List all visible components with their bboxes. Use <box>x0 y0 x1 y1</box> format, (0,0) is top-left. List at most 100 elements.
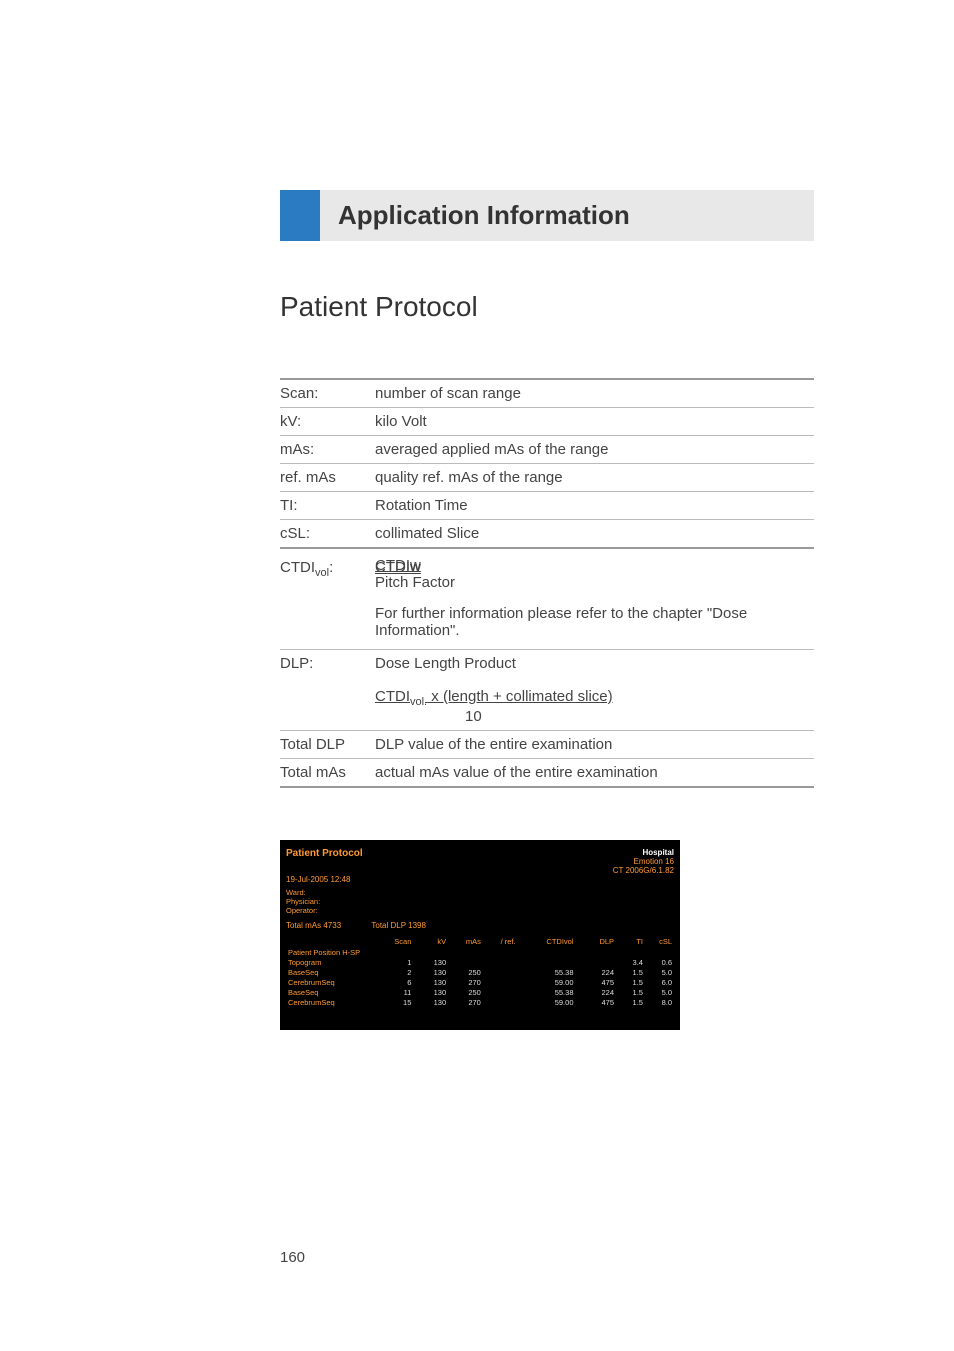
ss-th: TI <box>616 936 645 947</box>
ss-cell: 6 <box>379 977 414 987</box>
ss-cell: 3.4 <box>616 957 645 967</box>
def-desc: quality ref. mAs of the range <box>375 464 814 492</box>
ss-cell <box>483 957 518 967</box>
def-term: Total mAs <box>280 759 375 788</box>
def-desc: Rotation Time <box>375 492 814 520</box>
ss-cell: 270 <box>448 977 483 987</box>
dlp-formula-denominator: 10 <box>375 708 814 725</box>
ss-position-row: Patient Position H-SP <box>286 947 674 957</box>
def-term: kV: <box>280 408 375 436</box>
def-desc: number of scan range <box>375 379 814 408</box>
ss-cell: 59.00 <box>518 977 576 987</box>
ss-date: 19-Jul-2005 12:48 <box>286 875 674 884</box>
ss-cell: 224 <box>576 987 617 997</box>
ss-cell: 15 <box>379 997 414 1007</box>
ctdi-note: For further information please refer to … <box>375 605 814 639</box>
ss-cell <box>483 987 518 997</box>
def-desc: DLP value of the entire examination <box>375 731 814 759</box>
ss-cell: CerebrumSeq <box>286 977 379 987</box>
ss-cell: 0.6 <box>645 957 674 967</box>
section-title: Patient Protocol <box>280 291 814 323</box>
dlp-formula-numerator: CTDIvol. x (length + collimated slice) <box>375 688 814 708</box>
def-term: Scan: <box>280 379 375 408</box>
patient-protocol-screenshot: Patient Protocol Hospital Emotion 16 CT … <box>280 840 680 1030</box>
table-row: BaseSeq 11 130 250 55.38 224 1.5 5.0 <box>286 987 674 997</box>
ss-cell <box>483 967 518 977</box>
ss-cell: 130 <box>413 957 448 967</box>
chapter-header: Application Information <box>280 190 814 241</box>
ss-operator: Operator: <box>286 906 674 915</box>
def-ctdi-term: CTDIvol: <box>280 548 375 650</box>
ss-cell: 55.38 <box>518 987 576 997</box>
ss-th: DLP <box>576 936 617 947</box>
header-color-block <box>280 190 320 241</box>
ss-th: / ref. <box>483 936 518 947</box>
ss-cell: 250 <box>448 987 483 997</box>
ss-cell: 1.5 <box>616 967 645 977</box>
ss-cell: 2 <box>379 967 414 977</box>
ss-cell: BaseSeq <box>286 987 379 997</box>
ss-cell <box>483 977 518 987</box>
ss-cell: 11 <box>379 987 414 997</box>
ss-cell: 59.00 <box>518 997 576 1007</box>
ss-cell: 250 <box>448 967 483 977</box>
def-term: Total DLP <box>280 731 375 759</box>
ss-cell: 5.0 <box>645 967 674 977</box>
def-dlp-term: DLP: <box>280 650 375 731</box>
dlp-formula-mid: x (length + collimated slice) <box>427 688 613 705</box>
ss-total-mas: Total mAs 4733 <box>286 921 341 930</box>
ctdi-formula-denominator: Pitch Factor <box>375 574 814 591</box>
ctdi-sub: vol <box>315 567 329 579</box>
table-row: BaseSeq 2 130 250 55.38 224 1.5 5.0 <box>286 967 674 977</box>
ss-cell: 130 <box>413 977 448 987</box>
def-desc: actual mAs value of the entire examinati… <box>375 759 814 788</box>
def-desc: averaged applied mAs of the range <box>375 436 814 464</box>
ss-cell: 1.5 <box>616 987 645 997</box>
ss-ward: Ward: <box>286 888 674 897</box>
table-row: CerebrumSeq 15 130 270 59.00 475 1.5 8.0 <box>286 997 674 1007</box>
def-term: TI: <box>280 492 375 520</box>
ss-cell: 1 <box>379 957 414 967</box>
ss-hospital: Hospital <box>613 848 674 857</box>
ss-cell: 1.5 <box>616 997 645 1007</box>
ctdi-formula-numerator-text: CTDIw <box>375 557 465 574</box>
page-number: 160 <box>280 1249 305 1266</box>
dlp-formula-prefix: CTDI <box>375 688 410 705</box>
page-content: Application Information Patient Protocol… <box>0 0 954 1030</box>
ctdi-suffix: : <box>329 559 333 576</box>
ss-cell: 224 <box>576 967 617 977</box>
ss-cell: 5.0 <box>645 987 674 997</box>
def-term: ref. mAs <box>280 464 375 492</box>
ss-cell: Topogram <box>286 957 379 967</box>
ss-cell <box>483 997 518 1007</box>
chapter-title: Application Information <box>338 200 796 231</box>
table-row: CerebrumSeq 6 130 270 59.00 475 1.5 6.0 <box>286 977 674 987</box>
ss-cell: 130 <box>413 967 448 977</box>
def-ctdi-formula: CTDIw CTDIw Pitch Factor For further inf… <box>375 548 814 650</box>
ss-cell: 130 <box>413 987 448 997</box>
ss-th: cSL <box>645 936 674 947</box>
ss-th: kV <box>413 936 448 947</box>
ss-physician: Physician: <box>286 897 674 906</box>
definitions-table: Scan: number of scan range kV: kilo Volt… <box>280 378 814 798</box>
ss-cell: CerebrumSeq <box>286 997 379 1007</box>
ss-th <box>286 936 379 947</box>
ss-data-table: Scan kV mAs / ref. CTDIvol DLP TI cSL Pa… <box>286 936 674 1007</box>
ss-meta: Ward: Physician: Operator: <box>286 888 674 915</box>
ctdi-prefix: CTDI <box>280 559 315 576</box>
ss-system2: CT 2006G/6.1.82 <box>613 866 674 875</box>
ss-system1: Emotion 16 <box>613 857 674 866</box>
ss-patient-position: Patient Position H-SP <box>286 947 674 957</box>
ss-cell <box>576 957 617 967</box>
ss-cell: 6.0 <box>645 977 674 987</box>
ss-total-dlp: Total DLP 1398 <box>371 921 426 930</box>
ss-cell: 475 <box>576 977 617 987</box>
ss-cell <box>518 957 576 967</box>
ss-cell: 475 <box>576 997 617 1007</box>
ss-totals: Total mAs 4733 Total DLP 1398 <box>286 921 674 930</box>
ss-cell: 270 <box>448 997 483 1007</box>
dlp-formula-sub: vol. <box>410 696 427 708</box>
ss-header-row: Scan kV mAs / ref. CTDIvol DLP TI cSL <box>286 936 674 947</box>
def-dlp-desc: Dose Length Product CTDIvol. x (length +… <box>375 650 814 731</box>
ss-cell <box>448 957 483 967</box>
